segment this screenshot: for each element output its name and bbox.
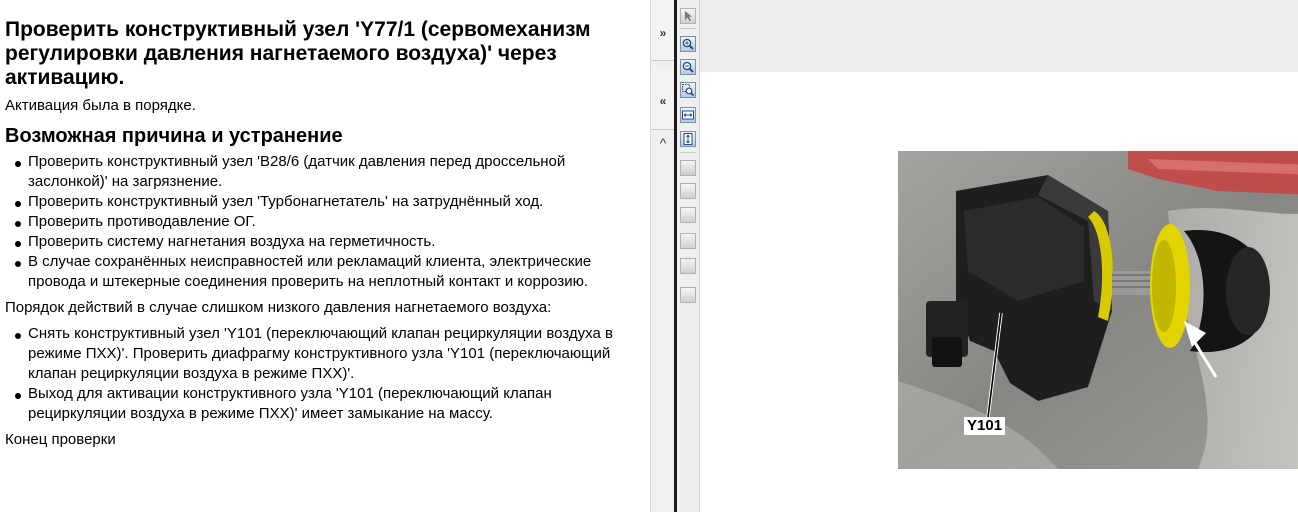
component-photo: Y101 — [898, 151, 1298, 469]
low-pressure-intro: Порядок действий в случае слишком низког… — [5, 299, 552, 316]
list-item-text: Проверить конструктивный узел 'B28/6 (да… — [28, 153, 566, 190]
zoom-in-icon[interactable] — [680, 36, 696, 52]
image-pane: Y101 — [677, 0, 1298, 512]
bullet-icon — [15, 241, 21, 247]
viewer-header — [700, 0, 1298, 72]
list-item: Проверить конструктивный узел 'Турбонагн… — [5, 192, 645, 212]
bullet-icon — [15, 393, 21, 399]
fit-width-icon[interactable] — [680, 107, 696, 123]
list-item-text: Проверить противодавление ОГ. — [28, 213, 256, 230]
collapse-pane-button[interactable]: « — [651, 69, 675, 130]
bullet-icon — [15, 261, 21, 267]
list-item-text: Выход для активации конструктивного узла… — [28, 385, 552, 422]
tool-7-icon[interactable] — [680, 160, 696, 176]
select-tool-icon[interactable] — [680, 8, 696, 24]
list-item: Выход для активации конструктивного узла… — [5, 384, 645, 424]
component-label: Y101 — [964, 417, 1006, 435]
end-text: Конец проверки — [5, 431, 116, 448]
zoom-region-icon[interactable] — [680, 82, 696, 98]
tool-10-icon[interactable] — [680, 233, 696, 249]
fit-page-icon[interactable] — [680, 131, 696, 147]
zoom-out-icon[interactable] — [680, 59, 696, 75]
list-item: Проверить противодавление ОГ. — [5, 212, 645, 232]
image-viewer[interactable]: Y101 — [700, 72, 1298, 512]
bullet-icon — [15, 161, 21, 167]
tool-12-icon[interactable] — [680, 287, 696, 303]
list-item-text: В случае сохранённых неисправностей или … — [28, 253, 592, 290]
list-item: Проверить систему нагнетания воздуха на … — [5, 232, 645, 252]
list-item-text: Проверить конструктивный узел 'Турбонагн… — [28, 193, 544, 210]
pane-splitter[interactable]: » « ^ — [650, 0, 675, 512]
scroll-up-button[interactable]: ^ — [653, 134, 673, 152]
list-item: Проверить конструктивный узел 'B28/6 (да… — [5, 152, 645, 192]
tool-8-icon[interactable] — [680, 183, 696, 199]
component-photo-graphic — [898, 151, 1298, 469]
bullet-icon — [15, 221, 21, 227]
list-item-text: Снять конструктивный узел 'Y101 (переклю… — [28, 325, 613, 382]
tool-9-icon[interactable] — [680, 207, 696, 223]
toolbar-divider — [680, 152, 696, 153]
bullet-icon — [15, 333, 21, 339]
list-item: Снять конструктивный узел 'Y101 (переклю… — [5, 324, 645, 384]
list-item: В случае сохранённых неисправностей или … — [5, 252, 645, 292]
bullet-icon — [15, 201, 21, 207]
toolbar-divider — [680, 28, 696, 29]
expand-pane-button[interactable]: » — [651, 0, 675, 61]
low-pressure-steps: Снять конструктивный узел 'Y101 (переклю… — [5, 324, 645, 424]
text-pane: Проверить конструктивный узел 'Y77/1 (се… — [0, 0, 650, 512]
activation-result: Активация была в порядке. — [5, 97, 196, 114]
tool-11-icon[interactable] — [680, 258, 696, 274]
section-title: Возможная причина и устранение — [5, 125, 343, 147]
page-title: Проверить конструктивный узел 'Y77/1 (се… — [5, 18, 591, 89]
list-item-text: Проверить систему нагнетания воздуха на … — [28, 233, 436, 250]
causes-list: Проверить конструктивный узел 'B28/6 (да… — [5, 152, 645, 292]
image-toolbar — [677, 0, 700, 512]
